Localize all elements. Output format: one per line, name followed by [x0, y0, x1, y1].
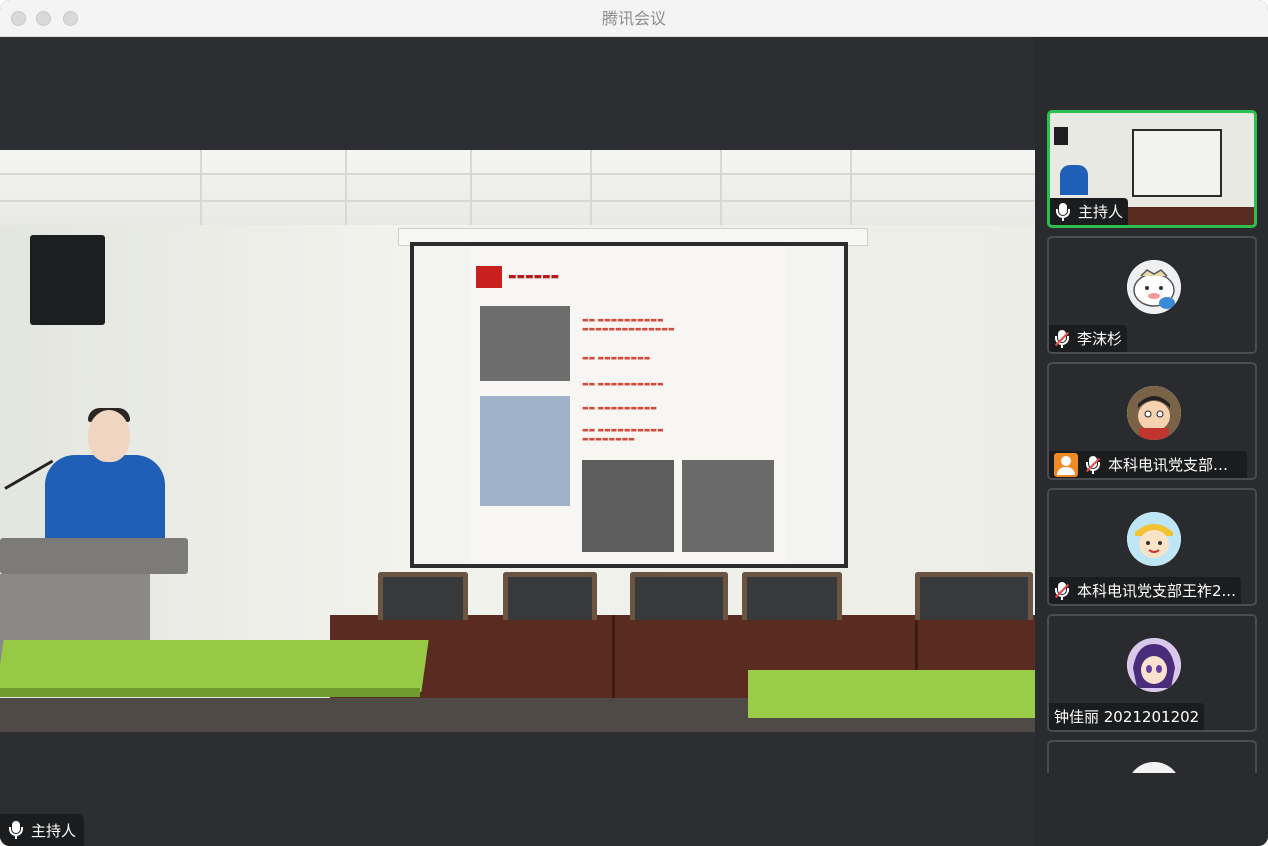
chair	[742, 572, 842, 620]
participant-name: 本科电讯党支部杨...	[1107, 456, 1242, 474]
host-badge-icon	[1054, 452, 1078, 477]
main-speaker-name: 主持人	[31, 821, 77, 840]
projection-screen: ▬▬▬▬▬▬ ▬▬ ▬▬▬▬▬▬▬▬▬▬ ▬▬▬▬▬▬▬▬▬▬▬▬▬▬ ▬▬ ▬▬…	[410, 242, 848, 568]
participant-name: 本科电讯党支部王祚2...	[1077, 582, 1236, 600]
participant-label: 李沫杉	[1049, 325, 1128, 352]
main-video-area[interactable]: ▬▬▬▬▬▬ ▬▬ ▬▬▬▬▬▬▬▬▬▬ ▬▬▬▬▬▬▬▬▬▬▬▬▬▬ ▬▬ ▬▬…	[0, 37, 1035, 846]
speaker-video: ▬▬▬▬▬▬ ▬▬ ▬▬▬▬▬▬▬▬▬▬ ▬▬▬▬▬▬▬▬▬▬▬▬▬▬ ▬▬ ▬▬…	[0, 150, 1035, 732]
slide-photo	[480, 396, 570, 506]
chair	[378, 572, 468, 620]
participant-label: 本科电讯党支部杨...	[1049, 451, 1247, 478]
slide-text-line: ▬▬ ▬▬▬▬▬▬▬▬▬	[582, 404, 657, 412]
title-bar: 腾讯会议	[0, 0, 1268, 37]
participant-tile[interactable]: 李沫杉	[1047, 236, 1257, 354]
slide-text-line: ▬▬ ▬▬▬▬▬▬▬▬▬▬ ▬▬▬▬▬▬▬▬▬▬▬▬▬▬	[582, 316, 675, 333]
ceiling	[0, 150, 1035, 225]
participant-tile[interactable]: 本科电讯党支部王祚2...	[1047, 488, 1257, 606]
chair	[915, 572, 1033, 620]
slide-text-line: ▬▬ ▬▬▬▬▬▬▬▬▬▬ ▬▬▬▬▬▬▬▬	[582, 426, 664, 443]
window-title: 腾讯会议	[601, 9, 666, 28]
avatar	[1127, 386, 1181, 440]
party-emblem-icon	[476, 266, 502, 288]
microphone-muted-icon	[1054, 329, 1070, 348]
participant-name: 钟佳丽 2021201202	[1054, 708, 1200, 726]
main-speaker-label: 主持人	[0, 814, 85, 846]
microphone-icon	[1055, 202, 1071, 221]
sidebar-fade	[1035, 773, 1268, 846]
chair	[630, 572, 728, 620]
slide-photo	[582, 460, 674, 552]
participant-tile[interactable]: 钟佳丽 2021201202	[1047, 614, 1257, 732]
green-table-edge	[0, 688, 420, 697]
participant-name: 主持人	[1078, 203, 1124, 221]
podium-top	[0, 538, 188, 574]
participant-tile[interactable]: 本科电讯党支部杨...	[1047, 362, 1257, 480]
microphone-icon	[8, 821, 24, 839]
participant-sidebar[interactable]: 主持人 李沫杉 本科电讯党支部杨... 本科电讯党支部王祚2... 钟佳丽 20…	[1035, 37, 1268, 846]
slide-photo	[480, 306, 570, 381]
wall-speaker	[30, 235, 105, 325]
participant-name: 李沫杉	[1077, 330, 1123, 348]
avatar	[1127, 638, 1181, 692]
avatar	[1127, 512, 1181, 566]
green-table	[0, 640, 429, 692]
presenter-head	[88, 410, 130, 462]
presenter-body	[45, 455, 165, 550]
green-table	[748, 670, 1035, 718]
slide-photo	[682, 460, 774, 552]
meeting-window: 腾讯会议 ▬▬▬▬▬▬ ▬▬ ▬▬▬▬▬▬▬▬▬▬ ▬▬▬▬▬▬▬▬▬▬▬▬▬▬…	[0, 0, 1268, 846]
participant-tile[interactable]: 主持人	[1047, 110, 1257, 228]
avatar	[1127, 260, 1181, 314]
participant-label: 本科电讯党支部王祚2...	[1049, 577, 1241, 604]
microphone-muted-icon	[1054, 581, 1070, 600]
slide-text-line: ▬▬ ▬▬▬▬▬▬▬▬	[582, 354, 651, 362]
participant-label: 主持人	[1050, 198, 1129, 225]
participant-label: 钟佳丽 2021201202	[1049, 703, 1205, 730]
projected-slide: ▬▬▬▬▬▬ ▬▬ ▬▬▬▬▬▬▬▬▬▬ ▬▬▬▬▬▬▬▬▬▬▬▬▬▬ ▬▬ ▬▬…	[470, 246, 786, 564]
slide-text-line: ▬▬ ▬▬▬▬▬▬▬▬▬▬	[582, 380, 664, 388]
slide-title-blur: ▬▬▬▬▬▬	[508, 272, 560, 282]
chair	[503, 572, 597, 620]
microphone-muted-icon	[1085, 455, 1101, 474]
